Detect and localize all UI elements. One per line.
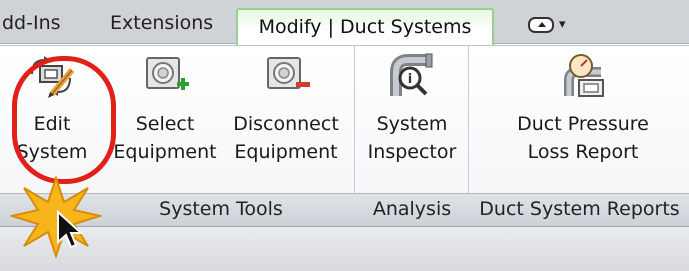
tab-extensions[interactable]: Extensions (100, 8, 223, 38)
duct-pressure-loss-report-button[interactable]: Duct Pressure Loss Report (488, 52, 678, 166)
duct-pressure-loss-report-label-line2: Loss Report (527, 141, 639, 163)
system-inspector-icon: i (386, 52, 438, 98)
panel-toggle-button[interactable]: ▾ (528, 14, 572, 36)
system-inspector-label-line1: System (376, 113, 448, 135)
select-equipment-icon (139, 52, 191, 98)
chevron-down-icon: ▾ (559, 17, 566, 32)
panel-title-system-tools: System Tools (159, 198, 283, 220)
select-equipment-button[interactable]: Select Equipment (110, 52, 220, 166)
disconnect-equipment-label-line1: Disconnect (233, 113, 339, 135)
tab-modify-duct-systems[interactable]: Modify | Duct Systems (236, 8, 494, 46)
options-bar (0, 227, 689, 271)
ribbon-tab-bar: dd-Ins Extensions Modify | Duct Systems … (0, 0, 689, 46)
ribbon-panel-title-bar: System Tools Analysis Duct System Report… (0, 193, 689, 227)
disconnect-equipment-label-line2: Equipment (234, 141, 338, 163)
tab-add-ins[interactable]: dd-Ins (0, 8, 71, 38)
panel-title-duct-system-reports: Duct System Reports (479, 198, 680, 220)
panel-toggle-icon (528, 17, 554, 33)
mouse-cursor-icon (57, 210, 84, 249)
system-inspector-button[interactable]: i System Inspector (362, 52, 462, 166)
select-equipment-label-line2: Equipment (113, 141, 217, 163)
select-equipment-label-line1: Select (135, 113, 195, 135)
pressure-loss-report-icon (557, 52, 609, 98)
highlight-circle (12, 56, 116, 184)
system-inspector-label-line2: Inspector (367, 141, 457, 163)
panel-title-analysis: Analysis (372, 198, 452, 220)
disconnect-equipment-button[interactable]: Disconnect Equipment (222, 52, 350, 166)
svg-text:i: i (408, 72, 412, 87)
duct-pressure-loss-report-label-line1: Duct Pressure (517, 113, 649, 135)
ribbon-window: dd-Ins Extensions Modify | Duct Systems … (0, 0, 689, 271)
disconnect-equipment-icon (260, 52, 312, 98)
